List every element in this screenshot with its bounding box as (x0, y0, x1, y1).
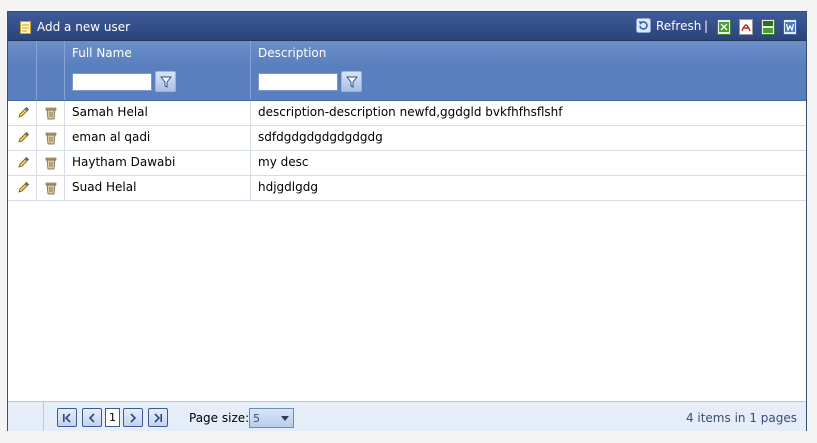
edit-cell (8, 101, 37, 125)
previous-page-icon (88, 413, 95, 423)
users-grid: Add a new user Refresh | Full Name Descr… (7, 11, 807, 431)
delete-cell (37, 151, 65, 175)
column-header-row: Full Name Description (8, 41, 806, 66)
table-row: Haytham Dawabi my desc (8, 151, 806, 176)
first-page-button[interactable] (57, 408, 77, 427)
delete-cell (37, 126, 65, 150)
command-bar: Add a new user Refresh | (8, 12, 806, 41)
description-filter-input[interactable] (258, 73, 338, 91)
description-cell: sdfdgdgdgdgdgdgdg (258, 130, 383, 144)
full-name-header-label: Full Name (72, 46, 132, 60)
filter-cell-edit (8, 66, 37, 100)
edit-cell (8, 176, 37, 200)
add-user-label: Add a new user (37, 20, 131, 34)
export-pdf-icon[interactable] (739, 19, 753, 35)
pencil-icon[interactable] (17, 181, 30, 194)
filter-cell-name (65, 66, 251, 100)
trash-icon[interactable] (45, 131, 57, 145)
export-csv-icon[interactable] (761, 19, 775, 35)
full-name-cell: Suad Helal (65, 176, 251, 200)
export-excel-icon[interactable] (717, 19, 731, 35)
refresh-icon (636, 18, 651, 33)
full-name-filter-button[interactable] (155, 71, 176, 92)
current-page-number[interactable]: 1 (105, 408, 120, 427)
filter-icon (346, 76, 358, 88)
next-page-icon (130, 413, 137, 423)
description-cell: description-description newfd,ggdgld bvk… (258, 105, 563, 119)
toolbar-separator: | (704, 19, 709, 33)
delete-column-header (37, 41, 65, 66)
description-header-label: Description (258, 46, 327, 60)
filter-cell-description (251, 66, 806, 100)
full-name-filter-input[interactable] (72, 73, 152, 91)
edit-cell (8, 126, 37, 150)
filter-icon (160, 76, 172, 88)
trash-icon[interactable] (45, 106, 57, 120)
description-filter-button[interactable] (341, 71, 362, 92)
pencil-icon[interactable] (17, 156, 30, 169)
edit-cell (8, 151, 37, 175)
previous-page-button[interactable] (82, 408, 102, 427)
next-page-button[interactable] (123, 408, 143, 427)
page-size-value: 5 (253, 412, 260, 425)
pager-bar: 1 Page size: 5 4 items in 1 pages (8, 401, 806, 431)
table-row: Suad Helal hdjgdlgdg (8, 176, 806, 201)
delete-cell (37, 101, 65, 125)
page-size-dropdown[interactable]: 5 (249, 408, 294, 428)
chevron-down-icon (281, 416, 289, 421)
delete-cell (37, 176, 65, 200)
full-name-cell: eman al qadi (65, 126, 251, 150)
trash-icon[interactable] (45, 181, 57, 195)
last-page-button[interactable] (148, 408, 168, 427)
description-column-header[interactable]: Description (251, 41, 806, 66)
page-size-label: Page size: (189, 411, 250, 425)
table-row: Samah Helal description-description newf… (8, 101, 806, 126)
full-name-cell: Samah Helal (65, 101, 251, 125)
description-cell: hdjgdlgdg (258, 180, 318, 194)
first-page-icon (63, 413, 71, 423)
export-word-icon[interactable] (783, 19, 797, 35)
description-cell: my desc (258, 155, 309, 169)
filter-row (8, 66, 806, 101)
last-page-icon (154, 413, 162, 423)
filter-cell-delete (37, 66, 65, 100)
add-user-button[interactable]: Add a new user (20, 19, 130, 35)
grid-rows: Samah Helal description-description newf… (8, 101, 806, 201)
refresh-label: Refresh (656, 18, 702, 33)
pager-info: 4 items in 1 pages (685, 411, 797, 425)
edit-column-header (8, 41, 37, 66)
pencil-icon[interactable] (17, 131, 30, 144)
full-name-cell: Haytham Dawabi (65, 151, 251, 175)
refresh-button[interactable]: Refresh (636, 18, 701, 33)
pencil-icon[interactable] (17, 106, 30, 119)
full-name-column-header[interactable]: Full Name (65, 41, 251, 66)
table-row: eman al qadi sdfdgdgdgdgdgdgdg (8, 126, 806, 151)
new-document-icon (20, 20, 31, 34)
pager-left-column (8, 402, 44, 431)
trash-icon[interactable] (45, 156, 57, 170)
